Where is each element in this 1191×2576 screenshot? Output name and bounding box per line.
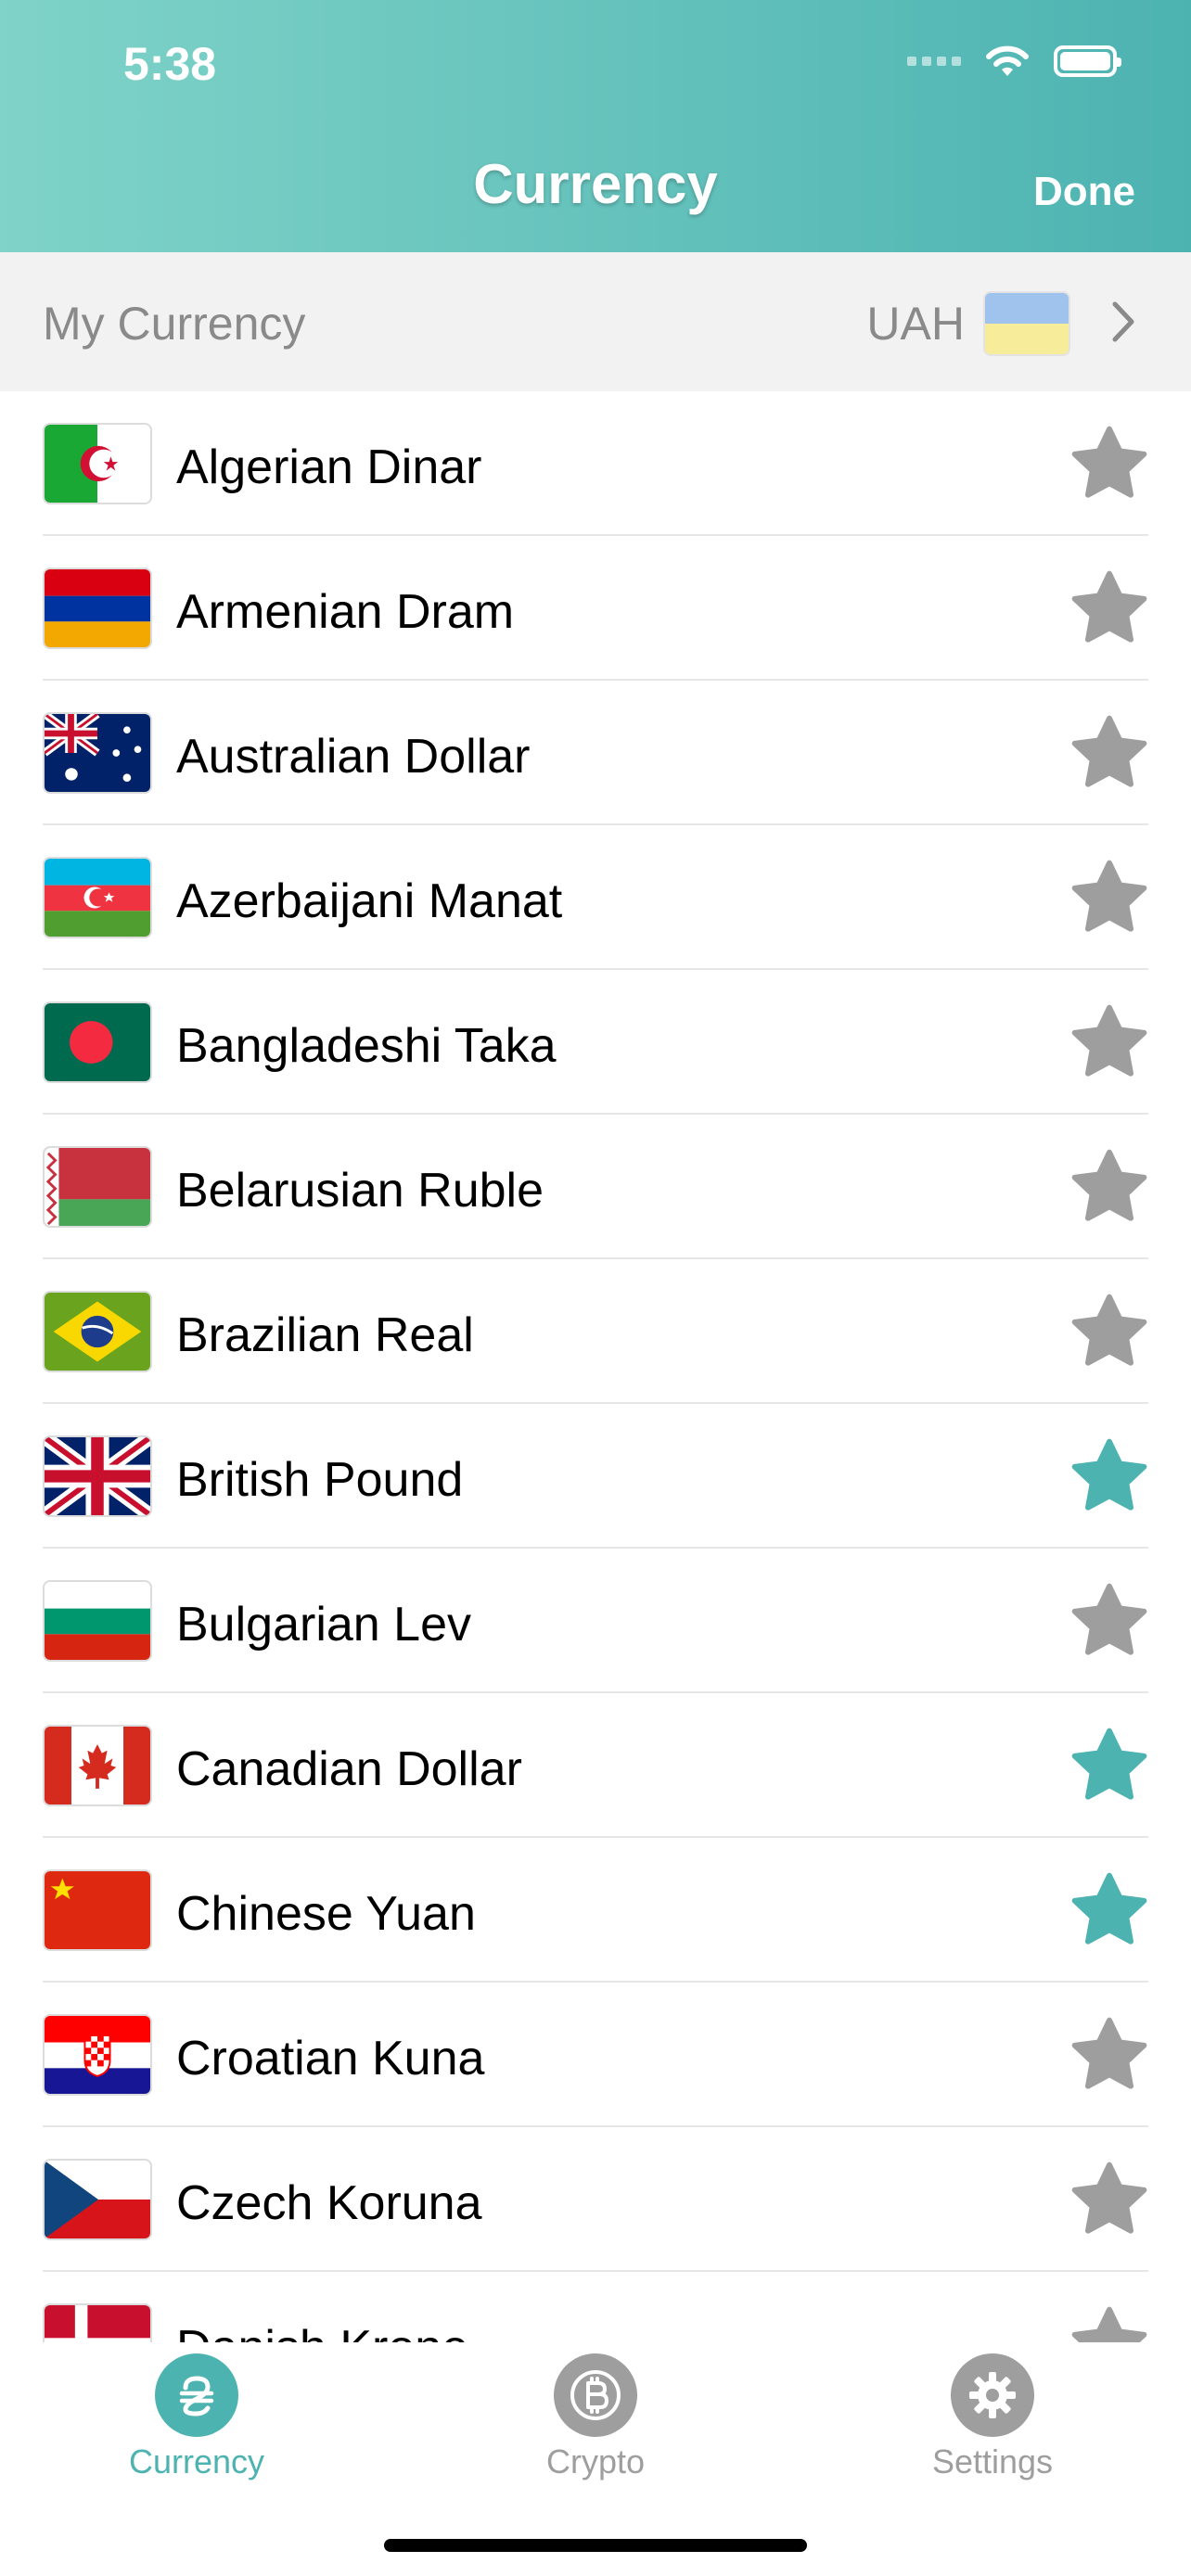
star-icon[interactable] bbox=[1069, 567, 1150, 649]
currency-name: Bulgarian Lev bbox=[176, 1598, 471, 1651]
bitcoin-icon bbox=[554, 2353, 637, 2437]
currency-row[interactable]: Croatian Kuna bbox=[0, 1983, 1191, 2127]
currency-row[interactable]: Czech Koruna bbox=[0, 2127, 1191, 2272]
currency-row[interactable]: Brazilian Real bbox=[0, 1259, 1191, 1404]
currency-name: Chinese Yuan bbox=[176, 1887, 476, 1941]
currency-name: Azerbaijani Manat bbox=[176, 874, 563, 928]
uk-flag-icon bbox=[43, 1435, 152, 1517]
currency-row[interactable]: Chinese Yuan bbox=[0, 1838, 1191, 1983]
currency-row[interactable]: Azerbaijani Manat bbox=[0, 825, 1191, 970]
currency-name: Danish Krone bbox=[176, 2320, 468, 2342]
croatia-flag-icon bbox=[43, 2014, 152, 2096]
currency-name: Brazilian Real bbox=[176, 1308, 474, 1362]
denmark-flag-icon bbox=[43, 2303, 152, 2342]
china-flag-icon bbox=[43, 1869, 152, 1951]
tab-label: Currency bbox=[128, 2442, 265, 2480]
tab-label: Settings bbox=[931, 2442, 1054, 2480]
australia-flag-icon bbox=[43, 712, 152, 794]
currency-list[interactable]: Algerian Dinar Armenian Dram Australian … bbox=[0, 391, 1191, 2342]
belarus-flag-icon bbox=[43, 1146, 152, 1228]
star-icon[interactable] bbox=[1069, 1291, 1150, 1372]
wifi-icon bbox=[986, 45, 1029, 76]
bulgaria-flag-icon bbox=[43, 1580, 152, 1662]
hryvnia-icon bbox=[155, 2353, 238, 2437]
currency-name: Armenian Dram bbox=[176, 585, 515, 639]
done-button[interactable]: Done bbox=[1033, 169, 1135, 215]
currency-row[interactable]: Armenian Dram bbox=[0, 536, 1191, 681]
tab-label: Crypto bbox=[545, 2442, 646, 2480]
currency-name: Belarusian Ruble bbox=[176, 1164, 544, 1218]
nav-header: 5:38 Currency Done bbox=[0, 0, 1191, 252]
star-icon[interactable] bbox=[1069, 1869, 1150, 1951]
my-currency-row[interactable]: My Currency UAH bbox=[0, 252, 1191, 391]
currency-row[interactable]: Bulgarian Lev bbox=[0, 1549, 1191, 1693]
star-icon[interactable] bbox=[1069, 712, 1150, 794]
currency-name: Algerian Dinar bbox=[176, 440, 482, 494]
bangladesh-flag-icon bbox=[43, 1001, 152, 1083]
currency-row[interactable]: Belarusian Ruble bbox=[0, 1115, 1191, 1259]
status-icons bbox=[907, 43, 1121, 80]
currency-row[interactable]: Algerian Dinar bbox=[0, 391, 1191, 536]
star-icon[interactable] bbox=[1069, 2159, 1150, 2240]
battery-icon bbox=[1054, 45, 1121, 77]
my-currency-label: My Currency bbox=[43, 298, 306, 350]
ukraine-flag-icon bbox=[983, 291, 1070, 356]
signal-icon bbox=[907, 57, 961, 66]
star-icon[interactable] bbox=[1069, 2303, 1150, 2342]
screen: 5:38 Currency Done My Currency UAH Alger… bbox=[0, 0, 1191, 2576]
armenia-flag-icon bbox=[43, 567, 152, 649]
home-indicator bbox=[384, 2539, 807, 2552]
star-icon[interactable] bbox=[1069, 2014, 1150, 2096]
page-title: Currency bbox=[473, 153, 718, 215]
tab-crypto[interactable]: Crypto bbox=[456, 2342, 735, 2481]
currency-row[interactable]: Canadian Dollar bbox=[0, 1693, 1191, 1838]
star-icon[interactable] bbox=[1069, 1580, 1150, 1662]
tab-settings[interactable]: Settings bbox=[853, 2342, 1132, 2481]
star-icon[interactable] bbox=[1069, 1146, 1150, 1228]
star-icon[interactable] bbox=[1069, 423, 1150, 504]
currency-name: British Pound bbox=[176, 1453, 464, 1507]
azerbaijan-flag-icon bbox=[43, 857, 152, 938]
star-icon[interactable] bbox=[1069, 1725, 1150, 1806]
star-icon[interactable] bbox=[1069, 1001, 1150, 1083]
czech-flag-icon bbox=[43, 2159, 152, 2240]
star-icon[interactable] bbox=[1069, 857, 1150, 938]
currency-row[interactable]: Danish Krone bbox=[0, 2272, 1191, 2342]
currency-name: Australian Dollar bbox=[176, 730, 531, 784]
currency-name: Czech Koruna bbox=[176, 2176, 482, 2230]
currency-row[interactable]: Australian Dollar bbox=[0, 681, 1191, 825]
algeria-flag-icon bbox=[43, 423, 152, 504]
star-icon[interactable] bbox=[1069, 1435, 1150, 1517]
gear-icon bbox=[951, 2353, 1034, 2437]
brazil-flag-icon bbox=[43, 1291, 152, 1372]
currency-name: Croatian Kuna bbox=[176, 2032, 485, 2085]
currency-row[interactable]: British Pound bbox=[0, 1404, 1191, 1549]
currency-name: Canadian Dollar bbox=[176, 1742, 522, 1796]
status-time: 5:38 bbox=[123, 38, 217, 90]
chevron-right-icon bbox=[1112, 301, 1134, 342]
my-currency-code: UAH bbox=[866, 298, 965, 350]
tab-currency[interactable]: Currency bbox=[58, 2342, 336, 2481]
currency-name: Bangladeshi Taka bbox=[176, 1019, 557, 1073]
currency-row[interactable]: Bangladeshi Taka bbox=[0, 970, 1191, 1115]
canada-flag-icon bbox=[43, 1725, 152, 1806]
